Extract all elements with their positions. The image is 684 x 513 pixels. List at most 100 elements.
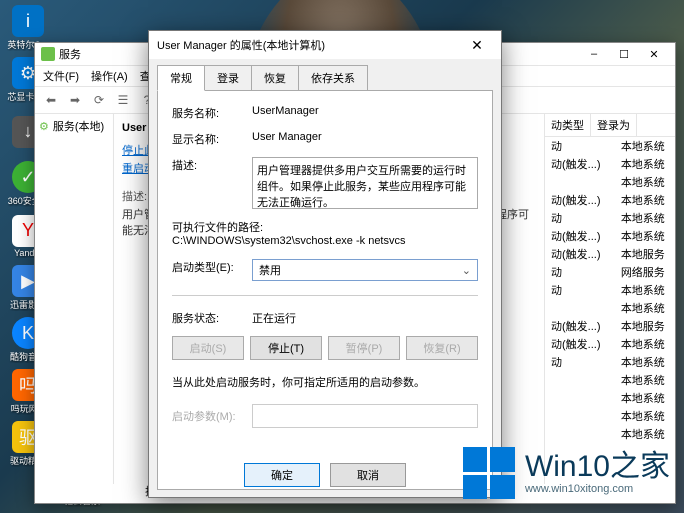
display-name-label: 显示名称:	[172, 131, 252, 147]
cell-startup-type: 动	[545, 210, 615, 226]
cell-logon-as: 网络服务	[615, 264, 675, 280]
table-row[interactable]: 本地系统	[545, 173, 675, 191]
refresh-icon[interactable]: ⟳	[89, 90, 109, 110]
table-row[interactable]: 本地系统	[545, 371, 675, 389]
table-row[interactable]: 本地系统	[545, 299, 675, 317]
services-left-pane: ⚙ 服务(本地)	[35, 114, 114, 484]
cell-startup-type: 动	[545, 354, 615, 370]
properties-dialog: User Manager 的属性(本地计算机) ✕ 常规登录恢复依存关系 服务名…	[148, 30, 502, 498]
table-row[interactable]: 动(触发...)本地系统	[545, 191, 675, 209]
service-status-value: 正在运行	[252, 310, 478, 326]
minimize-button[interactable]: –	[579, 44, 609, 64]
cell-logon-as: 本地系统	[615, 390, 675, 406]
startup-params-note: 当从此处启动服务时，你可指定所适用的启动参数。	[172, 374, 478, 390]
app-icon: i	[12, 5, 44, 37]
services-rows: 动本地系统动(触发...)本地系统本地系统动(触发...)本地系统动本地系统动(…	[545, 137, 675, 443]
table-row[interactable]: 动(触发...)本地系统	[545, 335, 675, 353]
startup-type-select[interactable]: 禁用	[252, 259, 478, 281]
table-row[interactable]: 动本地系统	[545, 137, 675, 155]
services-icon	[41, 47, 55, 61]
services-list-headers: 动类型 登录为	[545, 114, 675, 137]
cell-logon-as: 本地系统	[615, 408, 675, 424]
tab-2[interactable]: 恢复	[251, 65, 299, 91]
cell-logon-as: 本地服务	[615, 318, 675, 334]
cell-startup-type	[545, 390, 615, 406]
cell-logon-as: 本地系统	[615, 192, 675, 208]
watermark-text: Win10之家 www.win10xitong.com	[525, 450, 670, 495]
tab-panel-general: 服务名称: UserManager 显示名称: User Manager 描述:…	[157, 90, 493, 490]
cell-startup-type	[545, 372, 615, 388]
cell-startup-type: 动(触发...)	[545, 192, 615, 208]
start-button: 启动(S)	[172, 336, 244, 360]
table-row[interactable]: 动(触发...)本地系统	[545, 227, 675, 245]
stop-button[interactable]: 停止(T)	[250, 336, 322, 360]
menu-item[interactable]: 操作(A)	[89, 68, 130, 84]
table-row[interactable]: 动本地系统	[545, 353, 675, 371]
dialog-tabs: 常规登录恢复依存关系	[157, 65, 493, 91]
tab-0[interactable]: 常规	[157, 65, 205, 91]
cell-logon-as: 本地系统	[615, 156, 675, 172]
cancel-button[interactable]: 取消	[330, 463, 406, 487]
service-name-value: UserManager	[252, 105, 478, 117]
cell-logon-as: 本地系统	[615, 282, 675, 298]
dialog-close-button[interactable]: ✕	[461, 33, 493, 57]
column-logon-as[interactable]: 登录为	[591, 114, 637, 136]
table-row[interactable]: 动(触发...)本地服务	[545, 317, 675, 335]
startup-type-label: 启动类型(E):	[172, 259, 252, 275]
menu-item[interactable]: 文件(F)	[41, 68, 81, 84]
cell-startup-type	[545, 426, 615, 442]
windows-logo-icon	[463, 447, 515, 499]
cell-logon-as: 本地系统	[615, 354, 675, 370]
resume-button: 恢复(R)	[406, 336, 478, 360]
table-row[interactable]: 动本地系统	[545, 281, 675, 299]
cell-startup-type: 动(触发...)	[545, 228, 615, 244]
gear-icon: ⚙	[39, 120, 49, 133]
cell-logon-as: 本地系统	[615, 336, 675, 352]
tab-3[interactable]: 依存关系	[298, 65, 368, 91]
cell-startup-type: 动	[545, 138, 615, 154]
cell-startup-type	[545, 408, 615, 424]
cell-startup-type: 动(触发...)	[545, 336, 615, 352]
display-name-value: User Manager	[252, 131, 478, 143]
table-row[interactable]: 本地系统	[545, 407, 675, 425]
cell-logon-as: 本地系统	[615, 300, 675, 316]
services-title: 服务	[59, 46, 81, 62]
table-row[interactable]: 动(触发...)本地系统	[545, 155, 675, 173]
column-startup-type[interactable]: 动类型	[545, 114, 591, 136]
service-control-buttons: 启动(S) 停止(T) 暂停(P) 恢复(R)	[172, 336, 478, 360]
services-tree-root[interactable]: ⚙ 服务(本地)	[39, 118, 109, 134]
table-row[interactable]: 动(触发...)本地服务	[545, 245, 675, 263]
table-row[interactable]: 本地系统	[545, 389, 675, 407]
services-tree-label: 服务(本地)	[53, 118, 104, 134]
maximize-button[interactable]: ☐	[609, 44, 639, 64]
forward-button[interactable]: ➡	[65, 90, 85, 110]
service-name-label: 服务名称:	[172, 105, 252, 121]
dialog-footer: 确定 取消	[149, 463, 501, 487]
dialog-description-label: 描述:	[172, 157, 252, 173]
close-button[interactable]: ✕	[639, 44, 669, 64]
ok-button[interactable]: 确定	[244, 463, 320, 487]
cell-startup-type	[545, 174, 615, 190]
properties-icon[interactable]: ☰	[113, 90, 133, 110]
startup-params-label: 启动参数(M):	[172, 408, 252, 424]
executable-path-label: 可执行文件的路径:	[172, 219, 478, 235]
back-button[interactable]: ⬅	[41, 90, 61, 110]
cell-logon-as: 本地系统	[615, 372, 675, 388]
divider	[172, 295, 478, 296]
dialog-description-box[interactable]: 用户管理器提供多用户交互所需要的运行时组件。如果停止此服务，某些应用程序可能无法…	[252, 157, 478, 209]
startup-type-value: 禁用	[259, 262, 281, 278]
dialog-titlebar[interactable]: User Manager 的属性(本地计算机) ✕	[149, 31, 501, 59]
table-row[interactable]: 动本地系统	[545, 209, 675, 227]
pause-button: 暂停(P)	[328, 336, 400, 360]
cell-logon-as: 本地系统	[615, 228, 675, 244]
cell-startup-type	[545, 300, 615, 316]
cell-logon-as: 本地系统	[615, 138, 675, 154]
cell-logon-as: 本地系统	[615, 210, 675, 226]
dialog-title: User Manager 的属性(本地计算机)	[157, 37, 325, 53]
tab-1[interactable]: 登录	[204, 65, 252, 91]
executable-path-value: C:\WINDOWS\system32\svchost.exe -k netsv…	[172, 235, 478, 247]
table-row[interactable]: 动网络服务	[545, 263, 675, 281]
cell-startup-type: 动	[545, 282, 615, 298]
table-row[interactable]: 本地系统	[545, 425, 675, 443]
service-status-label: 服务状态:	[172, 310, 252, 326]
